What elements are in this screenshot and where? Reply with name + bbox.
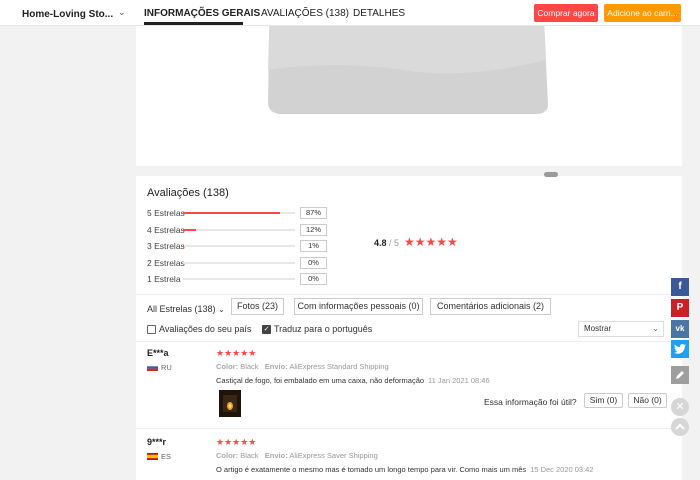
rating-bar xyxy=(183,212,295,214)
review-date: 15 Dec 2020 03:42 xyxy=(530,465,594,474)
divider xyxy=(136,341,682,342)
review-body: O artigo é exatamente o mesmo mas é toma… xyxy=(216,465,527,474)
active-tab-indicator xyxy=(144,22,243,25)
buy-now-button[interactable]: Comprar agora xyxy=(534,4,598,22)
review-meta: Color: Black Envio: AliExpress Saver Shi… xyxy=(216,451,378,460)
top-nav: Home-Loving Sto... ⌄ INFORMAÇÕES GERAIS … xyxy=(0,0,700,26)
reviewer-name: 9***r xyxy=(147,437,167,447)
star-breakdown-label[interactable]: 3 Estrelas xyxy=(147,241,185,251)
color-key: Color: xyxy=(216,451,239,460)
divider xyxy=(136,428,682,429)
filter-additional-button[interactable]: Comentários adicionais (2) xyxy=(430,298,551,315)
review-photo[interactable] xyxy=(219,390,241,417)
rating-percent: 12% xyxy=(300,224,327,236)
shipping-key: Envio: xyxy=(264,451,288,460)
add-to-cart-button[interactable]: Adicione ao carri... xyxy=(604,4,681,22)
review-meta: Color: Black Envio: AliExpress Standard … xyxy=(216,362,389,371)
reviewer-name: E***a xyxy=(147,348,169,358)
rating-bar-fill xyxy=(183,212,280,214)
russia-flag-icon xyxy=(147,364,158,371)
shipping-value: AliExpress Saver Shipping xyxy=(289,451,378,460)
chevron-down-icon: ⌄ xyxy=(652,324,659,333)
filter-all-label: All Estrelas (138) xyxy=(147,304,216,314)
translate-label: Traduz para o português xyxy=(274,324,373,334)
review-stars: ★★★★★ xyxy=(216,348,257,358)
drag-handle[interactable] xyxy=(544,172,558,177)
twitter-icon[interactable] xyxy=(671,340,689,358)
rating-bar xyxy=(183,229,295,231)
color-value: Black xyxy=(240,362,259,371)
shipping-value: AliExpress Standard Shipping xyxy=(289,362,389,371)
own-country-label: Avaliações do seu país xyxy=(159,324,252,334)
own-country-checkbox[interactable] xyxy=(147,325,156,334)
pinterest-icon[interactable]: P xyxy=(671,299,689,317)
reviewer-country: RU xyxy=(161,363,172,372)
filter-all-stars[interactable]: All Estrelas (138) ⌄ xyxy=(147,304,225,314)
rating-bar-fill xyxy=(183,229,196,231)
helpful-yes-button[interactable]: Sim (0) xyxy=(584,393,623,408)
rating-percent: 87% xyxy=(300,207,327,219)
color-key: Color: xyxy=(216,362,239,371)
store-name[interactable]: Home-Loving Sto... xyxy=(22,9,113,20)
review-text: O artigo é exatamente o mesmo mas é toma… xyxy=(216,465,594,474)
rating-bar-fill xyxy=(183,245,184,247)
tab-reviews[interactable]: AVALIAÇÕES (138) xyxy=(261,8,349,19)
review-text: Castiçal de fogo, foi embalado em uma ca… xyxy=(216,376,490,385)
average-stars: ★★★★★ xyxy=(404,235,458,249)
filter-photos-button[interactable]: Fotos (23) xyxy=(231,298,284,315)
color-value: Black xyxy=(240,451,259,460)
sort-label: Mostrar xyxy=(584,324,612,333)
shipping-key: Envio: xyxy=(264,362,288,371)
facebook-icon[interactable]: f xyxy=(671,278,689,296)
filter-personal-button[interactable]: Com informações pessoais (0) xyxy=(294,298,423,315)
close-icon[interactable]: ✕ xyxy=(671,398,689,416)
scroll-top-icon[interactable] xyxy=(671,418,689,436)
tab-general-info[interactable]: INFORMAÇÕES GERAIS xyxy=(144,8,260,19)
chevron-down-icon: ⌄ xyxy=(218,305,225,314)
rating-bar xyxy=(183,245,295,247)
reviews-title: Avaliações (138) xyxy=(147,187,229,199)
rating-bar xyxy=(183,278,295,280)
chevron-down-icon[interactable]: ⌄ xyxy=(118,7,126,18)
review-stars: ★★★★★ xyxy=(216,437,257,447)
star-breakdown-label[interactable]: 4 Estrelas xyxy=(147,225,185,235)
average-rating: 4.8 / 5 xyxy=(374,238,399,248)
rating-percent: 0% xyxy=(300,273,327,285)
helpful-question: Essa informação foi útil? xyxy=(484,397,577,407)
rating-percent: 1% xyxy=(300,240,327,252)
average-max: / 5 xyxy=(389,238,400,248)
star-breakdown-label[interactable]: 1 Estrela xyxy=(147,274,181,284)
sort-select[interactable]: Mostrar ⌄ xyxy=(578,321,664,337)
average-value: 4.8 xyxy=(374,238,387,248)
star-breakdown-label[interactable]: 5 Estrelas xyxy=(147,208,185,218)
rating-percent: 0% xyxy=(300,257,327,269)
spain-flag-icon xyxy=(147,453,158,460)
rating-bar xyxy=(183,262,295,264)
edit-icon[interactable] xyxy=(671,366,689,384)
review-date: 11 Jan 2021 08:46 xyxy=(428,376,490,385)
tab-details[interactable]: DETALHES xyxy=(353,8,405,19)
star-breakdown-label[interactable]: 2 Estrelas xyxy=(147,258,185,268)
helpful-no-button[interactable]: Não (0) xyxy=(628,393,667,408)
reviewer-country: ES xyxy=(161,452,172,461)
review-body: Castiçal de fogo, foi embalado em uma ca… xyxy=(216,376,425,385)
vk-icon[interactable]: vk xyxy=(671,320,689,338)
translate-checkbox[interactable]: ✓ xyxy=(262,325,271,334)
divider xyxy=(136,294,682,295)
